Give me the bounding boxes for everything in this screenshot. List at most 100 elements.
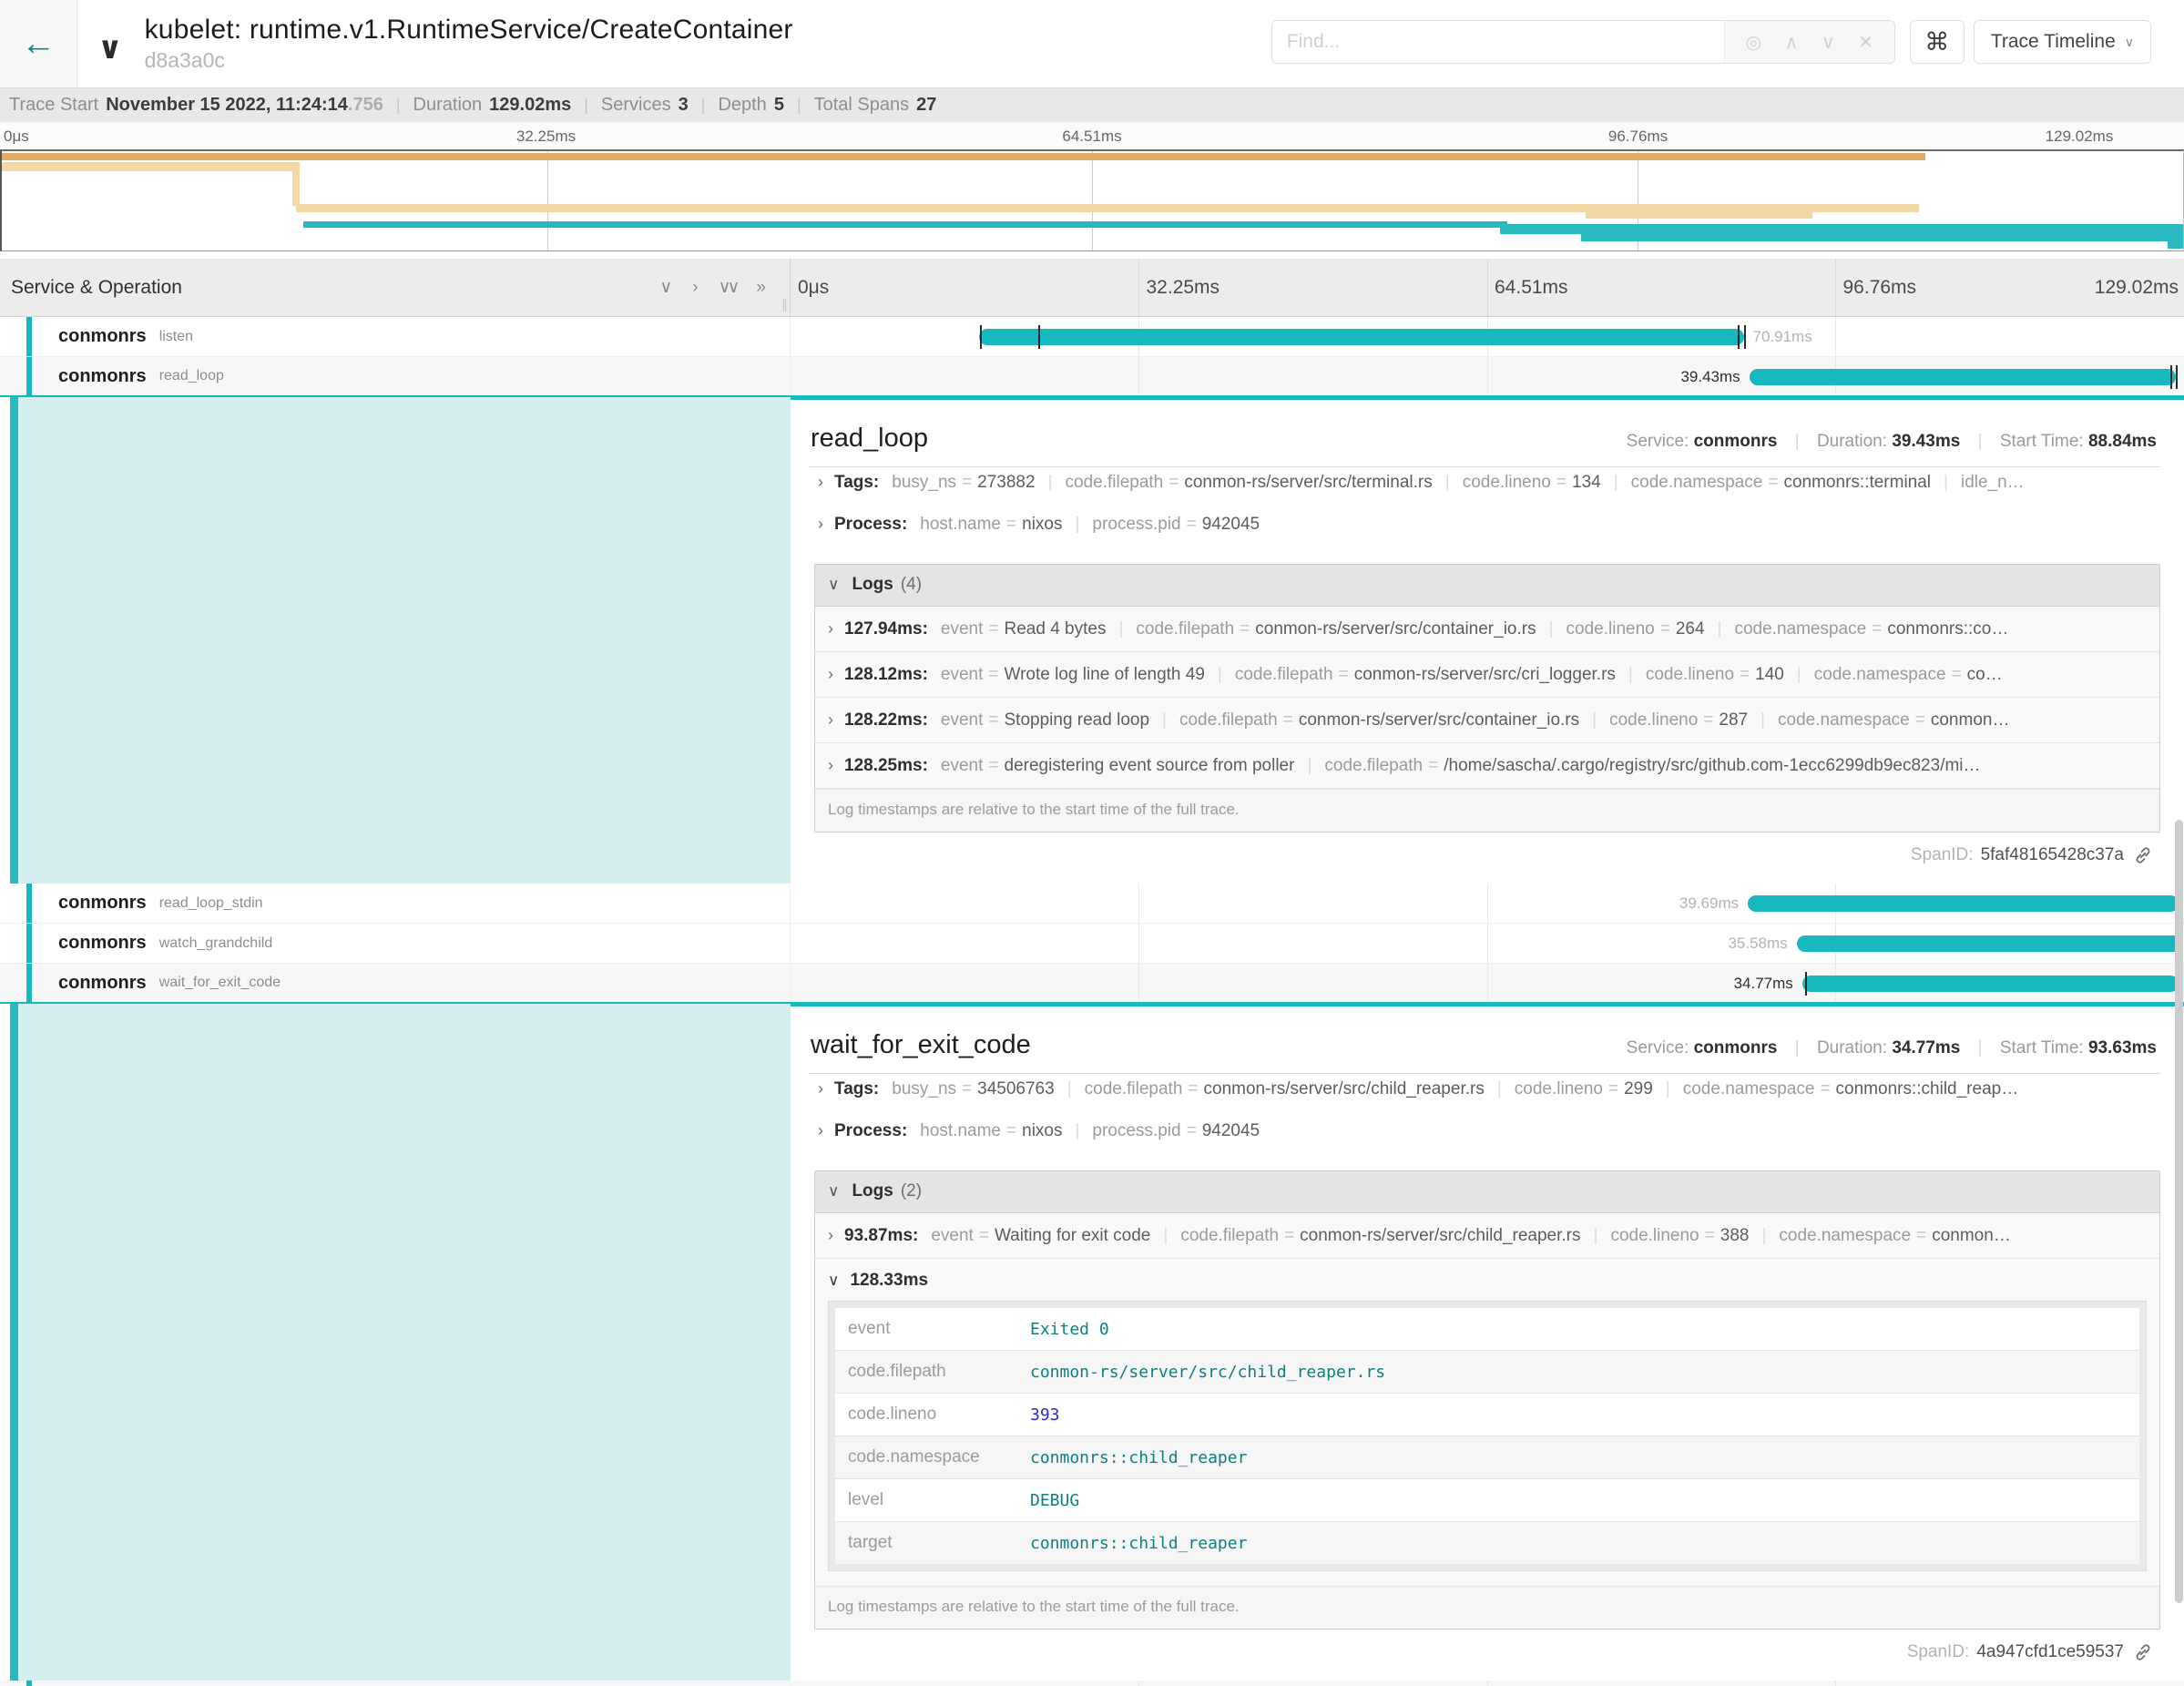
view-selector-button[interactable]: Trace Timeline ∨ xyxy=(1974,20,2151,64)
view-selector-label: Trace Timeline xyxy=(1991,31,2116,53)
vertical-scrollbar[interactable] xyxy=(2175,820,2183,1603)
find-prev-icon[interactable]: ∧ xyxy=(1785,31,1799,54)
find-controls: ◎ ∧ ∨ ✕ xyxy=(1724,21,1894,63)
back-arrow-icon: ← xyxy=(21,26,56,61)
process-row[interactable]: › Process: host.name=nixos|process.pid=9… xyxy=(809,515,2160,557)
expand-one-icon[interactable]: › xyxy=(692,278,698,298)
logs-header[interactable]: ∨ Logs (4) xyxy=(815,565,2159,607)
key-value: code.namespace=conmonrs::terminal xyxy=(1631,473,1931,492)
caret-right-icon: › xyxy=(828,1226,833,1245)
collapse-one-icon[interactable]: ∨ xyxy=(659,277,672,298)
span-duration-label: 70.91ms xyxy=(1744,328,1812,346)
log-fields-table: eventExited 0code.filepathconmon-rs/serv… xyxy=(828,1301,2147,1571)
key-value: event=deregistering event source from po… xyxy=(941,756,1295,775)
log-entry[interactable]: › 128.25ms: event=deregistering event so… xyxy=(815,743,2159,789)
key-value: code.namespace=conmonrs::child_reap… xyxy=(1683,1079,2018,1098)
caret-right-icon: › xyxy=(818,1079,823,1098)
span-color-accent xyxy=(26,1681,32,1686)
timeline-grid-header: Service & Operation ∨ › ∨∨ » ∥ 0μs 32.25… xyxy=(0,259,2184,317)
span-row-watch-grandchild[interactable]: conmonrs watch_grandchild 35.58ms xyxy=(0,924,2184,964)
command-icon: ⌘ xyxy=(1924,28,1949,56)
log-marker-tick xyxy=(2176,365,2178,389)
process-row[interactable]: › Process: host.name=nixos|process.pid=9… xyxy=(809,1121,2160,1163)
span-row-read-loop[interactable]: conmonrs read_loop 39.43ms xyxy=(0,357,2184,397)
span-row-wait-for-exit-code[interactable]: conmonrs wait_for_exit_code 34.77ms xyxy=(0,964,2184,1004)
key-value: code.namespace=conmon… xyxy=(1778,710,2009,730)
logs-section: ∨ Logs (2) › 93.87ms: event=Waiting for … xyxy=(814,1170,2160,1630)
log-entry[interactable]: › 93.87ms: event=Waiting for exit code|c… xyxy=(815,1213,2159,1259)
minimap-span-bar xyxy=(2,162,299,171)
find-input[interactable] xyxy=(1272,21,1724,63)
copy-link-icon[interactable] xyxy=(2133,845,2153,865)
span-bar-listen[interactable]: 70.91ms xyxy=(791,317,2184,356)
trace-total-spans: Total Spans 27 xyxy=(814,95,937,116)
key-value: code.filepath=/home/sascha/.cargo/regist… xyxy=(1324,756,1980,775)
span-row-write-exit-path[interactable]: conmonrs write_exit_path 303μs xyxy=(0,1681,2184,1686)
tags-row[interactable]: › Tags: busy_ns=34506763|code.filepath=c… xyxy=(809,1079,2160,1121)
log-entry[interactable]: › 128.22ms: event=Stopping read loop|cod… xyxy=(815,698,2159,743)
log-marker-tick xyxy=(1738,325,1740,349)
span-color-accent xyxy=(26,357,32,395)
trace-duration: Duration 129.02ms xyxy=(413,95,572,116)
key-value: event=Waiting for exit code xyxy=(931,1226,1150,1245)
key-value: host.name=nixos xyxy=(920,1121,1062,1140)
key-value: event=Wrote log line of length 49 xyxy=(941,665,1205,684)
trace-services: Services 3 xyxy=(601,95,689,116)
trace-id: d8a3a0c xyxy=(145,48,793,73)
span-duration-bar[interactable] xyxy=(1797,935,2183,952)
tags-row[interactable]: › Tags: busy_ns=273882|code.filepath=con… xyxy=(809,473,2160,515)
log-field-row: code.namespaceconmonrs::child_reaper xyxy=(835,1436,2139,1479)
back-button[interactable]: ← xyxy=(0,0,77,87)
span-bar-wait-for-exit-code[interactable]: 34.77ms xyxy=(791,964,2184,1002)
key-value: busy_ns=34506763 xyxy=(892,1079,1054,1098)
column-resize-handle[interactable]: ∥ xyxy=(781,297,788,312)
span-duration-bar[interactable] xyxy=(1748,895,2179,912)
span-bar-write-exit-path[interactable]: 303μs xyxy=(791,1681,2184,1686)
logs-note: Log timestamps are relative to the start… xyxy=(815,1586,2159,1629)
span-row-read-loop-stdin[interactable]: conmonrs read_loop_stdin 39.69ms xyxy=(0,884,2184,924)
span-row-listen[interactable]: conmonrs listen 70.91ms xyxy=(0,317,2184,357)
span-duration-bar[interactable] xyxy=(979,329,1744,345)
trace-minimap[interactable] xyxy=(0,149,2184,251)
span-bar-watch-grandchild[interactable]: 35.58ms xyxy=(791,924,2184,963)
find-next-icon[interactable]: ∨ xyxy=(1822,31,1835,54)
key-value: busy_ns=273882 xyxy=(892,473,1035,492)
span-id-row: SpanID: 4a947cfd1ce59537 xyxy=(809,1630,2160,1673)
log-entry[interactable]: › 127.94ms: event=Read 4 bytes|code.file… xyxy=(815,607,2159,652)
collapse-all-icon[interactable]: ∨∨ xyxy=(719,277,737,298)
logs-header[interactable]: ∨ Logs (2) xyxy=(815,1171,2159,1213)
span-color-accent xyxy=(26,884,32,923)
minimap-span-bar xyxy=(1581,231,2183,241)
span-id-value: 5faf48165428c37a xyxy=(1981,845,2124,865)
span-color-accent xyxy=(10,397,18,884)
logs-note: Log timestamps are relative to the start… xyxy=(815,789,2159,832)
caret-right-icon: › xyxy=(818,473,823,492)
key-value: code.filepath=conmon-rs/server/src/child… xyxy=(1085,1079,1485,1098)
minimap-span-bar xyxy=(303,221,1507,228)
log-field-row: code.lineno393 xyxy=(835,1394,2139,1436)
key-value: code.lineno=287 xyxy=(1609,710,1748,730)
key-value: process.pid=942045 xyxy=(1092,1121,1260,1140)
find-box: ◎ ∧ ∨ ✕ xyxy=(1271,20,1895,64)
collapse-trace-header-icon[interactable]: ∨ xyxy=(97,30,123,66)
span-duration-bar[interactable] xyxy=(1802,976,2179,992)
span-bar-read-loop-stdin[interactable]: 39.69ms xyxy=(791,884,2184,923)
key-value: code.lineno=388 xyxy=(1610,1226,1749,1245)
trace-title: kubelet: runtime.v1.RuntimeService/Creat… xyxy=(145,15,793,46)
key-value: code.filepath=conmon-rs/server/src/conta… xyxy=(1136,619,1536,639)
span-detail-read-loop: read_loop Service: conmonrs | Duration: … xyxy=(0,397,2184,884)
expand-all-icon[interactable]: » xyxy=(756,278,766,298)
keyboard-shortcuts-button[interactable]: ⌘ xyxy=(1910,20,1965,64)
trace-timeline-page: ← ∨ kubelet: runtime.v1.RuntimeService/C… xyxy=(0,0,2184,1686)
caret-down-icon: ∨ xyxy=(828,1182,839,1201)
log-field-row: code.filepathconmon-rs/server/src/child_… xyxy=(835,1351,2139,1394)
find-clear-icon[interactable]: ✕ xyxy=(1858,31,1873,54)
span-id-row: SpanID: 5faf48165428c37a xyxy=(809,833,2160,876)
key-value: code.filepath=conmon-rs/server/src/child… xyxy=(1180,1226,1580,1245)
log-entry-expanded-header[interactable]: ∨ 128.33ms xyxy=(815,1259,2159,1301)
span-duration-bar[interactable] xyxy=(1750,369,2176,385)
find-scope-icon[interactable]: ◎ xyxy=(1746,31,1761,54)
span-bar-read-loop[interactable]: 39.43ms xyxy=(791,357,2184,395)
copy-link-icon[interactable] xyxy=(2133,1642,2153,1662)
log-entry[interactable]: › 128.12ms: event=Wrote log line of leng… xyxy=(815,652,2159,698)
